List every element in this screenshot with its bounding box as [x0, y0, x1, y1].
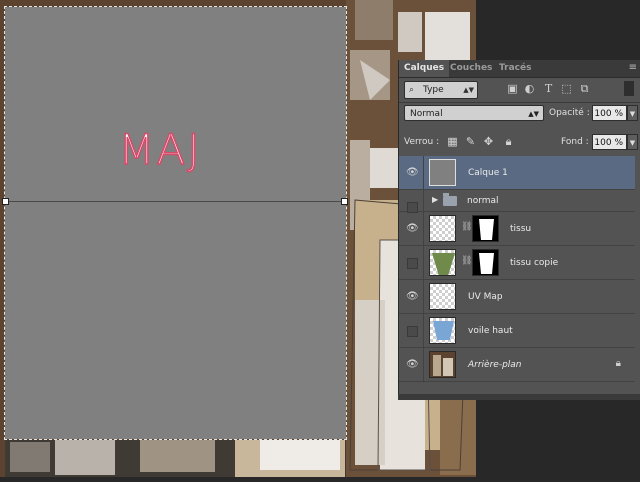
filter-toggle-icon[interactable] [624, 81, 634, 96]
lock-paint-icon[interactable]: ✎ [464, 135, 477, 149]
mask-shape [479, 253, 494, 274]
divider [423, 348, 424, 381]
blend-mode-select[interactable]: Normal ▲▼ [404, 105, 544, 121]
layer-filter-select[interactable]: ⌕ Type ▲▼ [404, 81, 478, 99]
background-thumbnail-shape [433, 355, 453, 376]
divider [423, 212, 424, 245]
expand-arrow-icon[interactable]: ▶ [432, 195, 438, 204]
fill-field[interactable]: 100 % [592, 134, 627, 150]
layer-name[interactable]: Calque 1 [468, 156, 508, 190]
link-icon[interactable]: ⛓︎ [461, 222, 472, 232]
chevron-down-icon: ▲▼ [528, 110, 539, 118]
eye-icon[interactable]: 👁︎ [406, 223, 419, 235]
lock-transparent-icon[interactable]: ▦ [446, 135, 459, 149]
layer-mask-thumbnail [472, 215, 499, 242]
layer-name[interactable]: Arrière-plan [468, 348, 522, 382]
opacity-label: Opacité : [549, 108, 590, 118]
layer-thumbnail [429, 215, 456, 242]
layer-row-voile-haut[interactable]: voile haut [399, 314, 635, 348]
lock-move-icon[interactable]: ✥ [482, 135, 495, 149]
folder-icon [443, 193, 457, 206]
eye-icon[interactable]: 👁︎ [406, 167, 419, 179]
divider [423, 156, 424, 189]
transform-handle-left[interactable] [2, 198, 9, 205]
lock-all-icon[interactable]: 🔒︎ [502, 135, 515, 149]
layers-list: 👁︎ Calque 1 ▶ normal 👁︎ ⛓︎ tissu ⛓︎ tiss… [399, 156, 635, 394]
selection-marquee[interactable]: MAJ [4, 6, 347, 440]
layer-name[interactable]: tissu copie [510, 246, 558, 280]
blend-mode-value: Normal [410, 109, 443, 119]
visibility-toggle-off[interactable] [407, 326, 418, 337]
layers-panel: Calques Couches Tracés ≡ ⌕ Type ▲▼ ▣ ◐ T… [398, 60, 640, 394]
layer-row-uv-map[interactable]: 👁︎ UV Map [399, 280, 635, 314]
opacity-field[interactable]: 100 % [592, 105, 627, 121]
opacity-dropdown-button[interactable]: ▼ [627, 105, 638, 121]
layer-row-arriere-plan[interactable]: 👁︎ Arrière-plan 🔒︎ [399, 348, 635, 382]
panel-bottom-bar [398, 394, 640, 400]
blend-row: Normal ▲▼ Opacité : 100 % ▼ [402, 104, 638, 124]
divider [423, 190, 424, 211]
tab-couches[interactable]: Couches [445, 60, 497, 77]
filter-row: ⌕ Type ▲▼ ▣ ◐ T ⬚ ⧉ [402, 80, 638, 100]
layer-name[interactable]: voile haut [468, 314, 513, 348]
layer-mask-thumbnail [472, 249, 499, 276]
divider [423, 280, 424, 313]
layer-text-maj: MAJ [118, 124, 202, 175]
layer-row-tissu[interactable]: 👁︎ ⛓︎ tissu [399, 212, 635, 246]
search-icon: ⌕ [409, 85, 415, 95]
visibility-toggle-off[interactable] [407, 258, 418, 269]
layer-name[interactable]: UV Map [468, 280, 503, 314]
panel-tabbar: Calques Couches Tracés ≡ [399, 60, 640, 78]
layer-row-calque-1[interactable]: 👁︎ Calque 1 [399, 156, 635, 190]
fill-dropdown-button[interactable]: ▼ [627, 134, 638, 150]
eye-icon[interactable]: 👁︎ [406, 291, 419, 303]
text-filter-icon[interactable]: T [542, 81, 555, 96]
filter-label: Type [423, 85, 444, 95]
chevron-down-icon: ▲▼ [463, 86, 474, 94]
tab-calques[interactable]: Calques [399, 60, 450, 77]
layer-thumbnail [429, 317, 456, 344]
layer-name[interactable]: tissu [510, 212, 531, 246]
divider [423, 246, 424, 279]
lock-icon: 🔒︎ [615, 358, 621, 369]
voile-thumbnail-shape [433, 321, 454, 340]
shape-filter-icon[interactable]: ⬚ [560, 81, 573, 96]
layer-row-normal[interactable]: ▶ normal [399, 190, 635, 213]
fill-label: Fond : [561, 137, 589, 147]
layer-thumbnail [429, 159, 456, 186]
layer-thumbnail [429, 351, 456, 378]
lock-label: Verrou : [404, 137, 440, 147]
layer-row-tissu-copie[interactable]: ⛓︎ tissu copie [399, 246, 635, 280]
link-icon[interactable]: ⛓︎ [461, 256, 472, 266]
tissue-thumbnail-shape [432, 253, 455, 275]
horizontal-guide[interactable] [5, 201, 346, 202]
layer-thumbnail [429, 249, 456, 276]
panel-menu-icon[interactable]: ≡ [629, 62, 637, 73]
divider [423, 314, 424, 347]
eye-icon[interactable]: 👁︎ [406, 359, 419, 371]
transform-handle-right[interactable] [341, 198, 348, 205]
mask-shape [479, 219, 494, 240]
image-filter-icon[interactable]: ▣ [506, 81, 519, 96]
tab-traces[interactable]: Tracés [494, 60, 536, 77]
divider [399, 102, 640, 103]
lock-row: Verrou : ▦ ✎ ✥ 🔒︎ Fond : 100 % ▼ [402, 133, 638, 153]
smart-object-filter-icon[interactable]: ⧉ [578, 81, 591, 96]
adjustment-filter-icon[interactable]: ◐ [523, 81, 536, 96]
layer-thumbnail [429, 283, 456, 310]
layer-name[interactable]: normal [467, 190, 499, 212]
